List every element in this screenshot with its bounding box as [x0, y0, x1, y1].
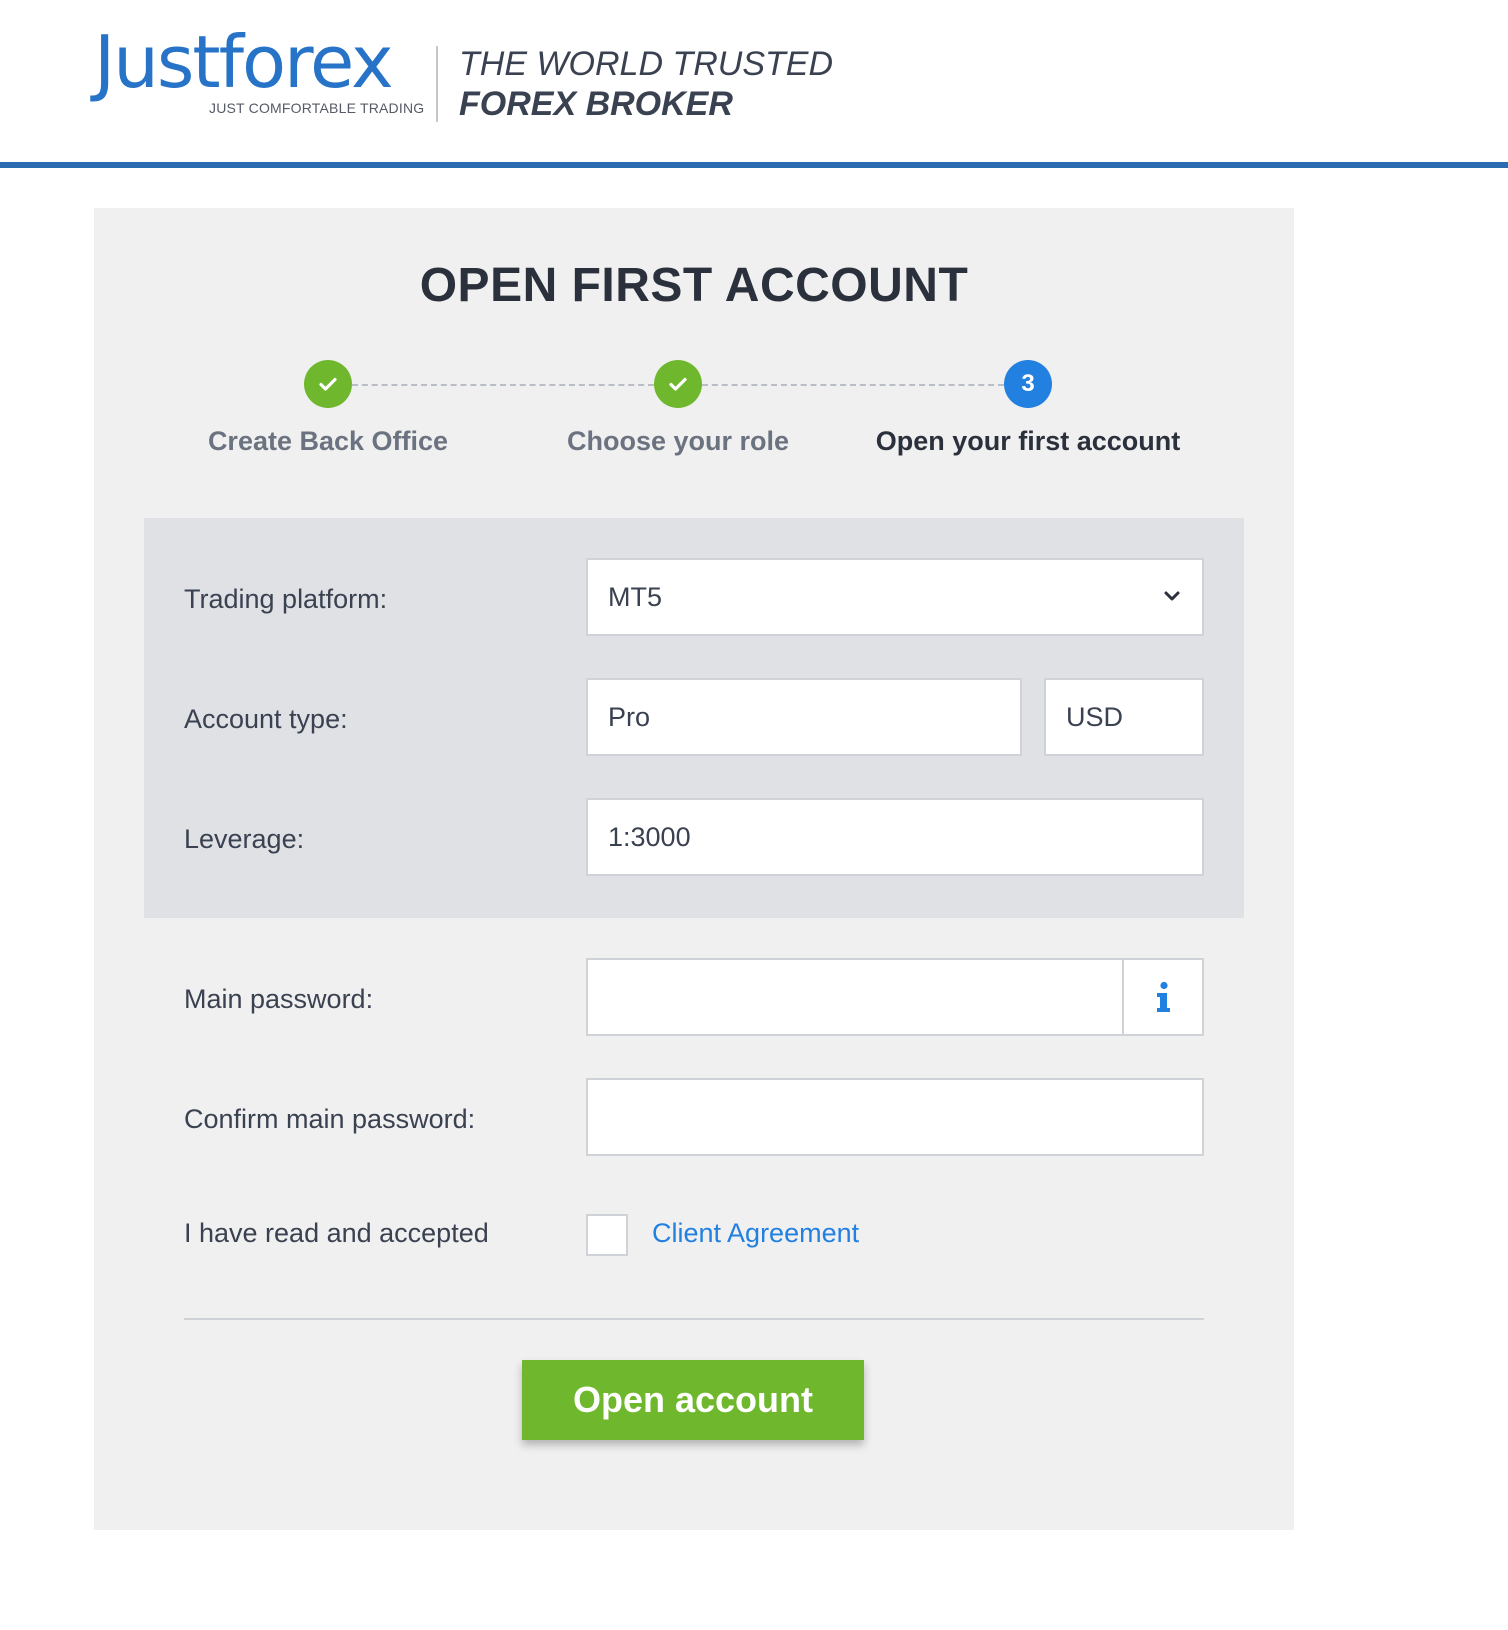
open-account-button[interactable]: Open account — [522, 1360, 864, 1440]
currency-value: USD — [1066, 701, 1124, 732]
step-label-choose-role: Choose your role — [566, 426, 790, 456]
brand-tagline: THE WORLD TRUSTED FOREX BROKER — [459, 44, 833, 124]
step-1-check-icon — [304, 360, 352, 408]
logo-subtitle: JUST COMFORTABLE TRADING — [209, 100, 425, 116]
info-icon — [1157, 981, 1170, 1012]
account-type-select[interactable]: Pro — [586, 678, 1022, 756]
trading-platform-label: Trading platform: — [184, 584, 388, 614]
chevron-down-icon — [1164, 591, 1180, 601]
step-connector-2 — [702, 384, 1004, 386]
tagline-line-1: THE WORLD TRUSTED — [459, 45, 833, 83]
open-account-card: OPEN FIRST ACCOUNT 3 Create Back Office … — [94, 208, 1294, 1530]
main-password-input[interactable] — [586, 958, 1124, 1036]
account-type-value: Pro — [608, 701, 651, 732]
account-type-label: Account type: — [184, 704, 348, 734]
main-password-label: Main password: — [184, 984, 374, 1014]
agreement-label: I have read and accepted — [184, 1218, 489, 1248]
step-2-check-icon — [654, 360, 702, 408]
logo-divider — [436, 46, 438, 122]
step-label-open-account: Open your first account — [875, 426, 1181, 456]
client-agreement-link[interactable]: Client Agreement — [652, 1218, 859, 1249]
confirm-password-label: Confirm main password: — [184, 1104, 476, 1134]
confirm-password-input[interactable] — [586, 1078, 1204, 1156]
form-divider — [184, 1318, 1204, 1320]
site-header: Justforex JUST COMFORTABLE TRADING THE W… — [0, 0, 1508, 168]
password-info-button[interactable] — [1122, 958, 1204, 1036]
step-connector-1 — [352, 384, 654, 386]
leverage-value: 1:3000 — [608, 821, 691, 852]
page-title: OPEN FIRST ACCOUNT — [419, 259, 969, 312]
trading-platform-value: MT5 — [608, 581, 662, 612]
justforex-logo[interactable]: Justforex JUST COMFORTABLE TRADING — [94, 20, 424, 116]
agreement-checkbox[interactable] — [586, 1214, 628, 1256]
leverage-label: Leverage: — [184, 824, 305, 854]
tagline-line-2: FOREX BROKER — [459, 85, 733, 123]
currency-select[interactable]: USD — [1044, 678, 1204, 756]
logo-wordmark: Justforex — [94, 20, 394, 104]
leverage-select[interactable]: 1:3000 — [586, 798, 1204, 876]
trading-platform-select[interactable]: MT5 — [586, 558, 1204, 636]
step-label-create-back-office: Create Back Office — [207, 426, 449, 456]
step-3-number: 3 — [1004, 360, 1052, 408]
